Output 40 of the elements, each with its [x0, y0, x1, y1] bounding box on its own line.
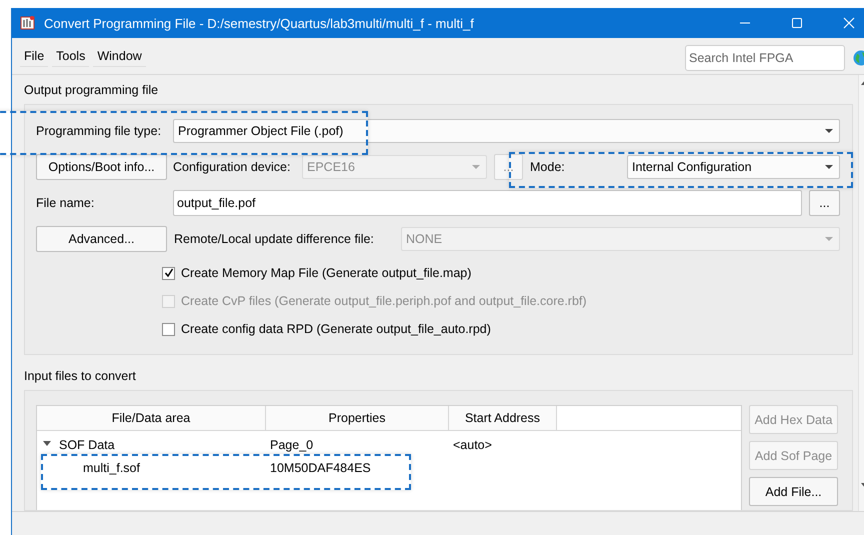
checkmark-icon	[164, 268, 174, 278]
column-header[interactable]: File/Data area	[37, 406, 266, 430]
menu-item[interactable]: Tools	[52, 46, 90, 66]
window-title: Convert Programming File - D:/semestry/Quartus/lab3multi/multi_f - multi_f	[44, 16, 474, 30]
field-label: Programming file type:	[36, 124, 162, 138]
table-cell: <auto>	[453, 438, 492, 452]
checkbox-label: Create CvP files (Generate output_file.periph.pof and output_file.core.rbf)	[181, 294, 587, 308]
menu-item[interactable]: File	[20, 46, 48, 66]
menu-item[interactable]: Window	[93, 46, 146, 66]
dropdown[interactable]: Programmer Object File (.pof)	[173, 119, 840, 143]
table-cell: 10M50DAF484ES	[270, 460, 371, 474]
field-label: Mode:	[530, 160, 566, 174]
table-cell: Page_0	[270, 438, 314, 452]
group-title: Output programming file	[24, 83, 160, 99]
column-header[interactable]: Properties	[266, 406, 449, 430]
field-label: File name:	[36, 196, 96, 210]
dropdown-arrow-icon	[825, 237, 833, 241]
column-header[interactable]: Start Address	[449, 406, 557, 430]
dropdown-arrow-icon	[472, 165, 480, 169]
checkbox[interactable]	[162, 266, 175, 280]
field-label: Configuration device:	[173, 160, 292, 174]
button[interactable]: Options/Boot info...	[36, 154, 167, 180]
field-label: Remote/Local update difference file:	[174, 232, 375, 246]
button[interactable]: ...	[809, 190, 840, 216]
button[interactable]: Advanced...	[36, 226, 167, 252]
app-icon	[20, 15, 36, 31]
close-icon	[843, 17, 855, 29]
maximize-icon	[791, 17, 803, 29]
dropdown-arrow-icon	[825, 129, 833, 133]
file-name-field[interactable]: output_file.pof	[173, 190, 802, 216]
button[interactable]: Add File...	[749, 477, 838, 506]
dropdown-arrow-icon	[825, 165, 833, 169]
checkbox-label: Create Memory Map File (Generate output_file.map)	[181, 266, 472, 280]
checkbox-label: Create config data RPD (Generate output_file_auto.rpd)	[181, 322, 491, 336]
group-title: Input files to convert	[24, 369, 137, 385]
dropdown[interactable]: Internal Configuration	[627, 155, 840, 179]
search-field[interactable]: Search Intel FPGA	[685, 45, 845, 71]
table-cell: SOF Data	[59, 438, 115, 452]
checkbox[interactable]	[162, 322, 175, 336]
table-cell: multi_f.sof	[83, 460, 140, 474]
